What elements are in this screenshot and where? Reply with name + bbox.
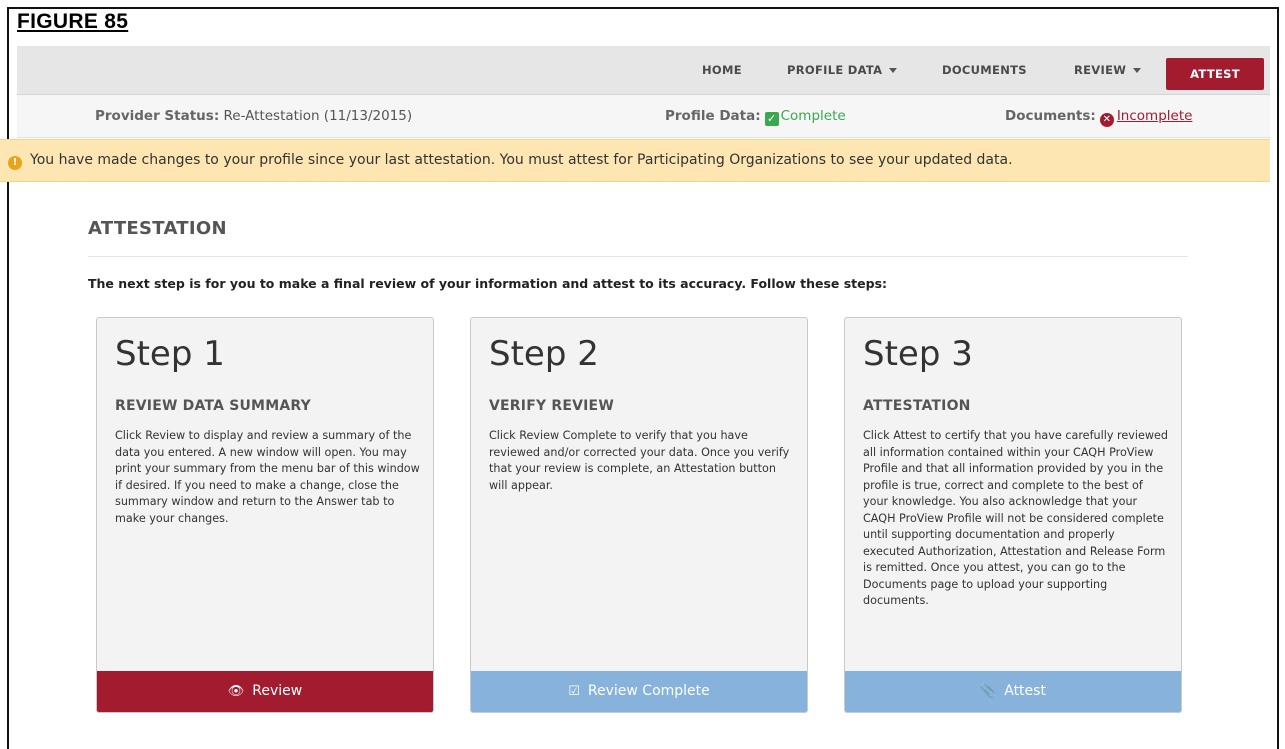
nav-attest-button[interactable]: ATTEST bbox=[1166, 58, 1264, 90]
nav-review-label: REVIEW bbox=[1074, 63, 1127, 77]
step-number: Step 1 bbox=[115, 334, 225, 374]
review-button-label: Review bbox=[252, 683, 303, 699]
step-title: VERIFY REVIEW bbox=[489, 398, 614, 414]
page-title: ATTESTATION bbox=[88, 218, 227, 239]
title-divider bbox=[88, 256, 1188, 257]
top-navbar: HOME PROFILE DATA DOCUMENTS REVIEW ATTES… bbox=[17, 46, 1270, 95]
chevron-down-icon bbox=[889, 68, 898, 73]
provider-status-value: Re-Attestation (11/13/2015) bbox=[223, 108, 413, 124]
step-description: Click Attest to certify that you have ca… bbox=[863, 429, 1168, 607]
step-title: REVIEW DATA SUMMARY bbox=[115, 398, 311, 414]
provider-status: Provider Status: Re-Attestation (11/13/2… bbox=[95, 95, 412, 138]
step-card-2: Step 2 VERIFY REVIEW Click Review Comple… bbox=[470, 317, 808, 713]
alert-message: You have made changes to your profile si… bbox=[30, 152, 1013, 168]
warning-icon: ! bbox=[8, 156, 22, 170]
provider-status-label: Provider Status: bbox=[95, 108, 220, 124]
chevron-down-icon bbox=[1133, 68, 1142, 73]
step-card-1: Step 1 REVIEW DATA SUMMARY Click Review … bbox=[96, 317, 434, 713]
step-card-3: Step 3 ATTESTATION Click Attest to certi… bbox=[844, 317, 1182, 713]
nav-home[interactable]: HOME bbox=[702, 46, 742, 95]
profile-data-status-label: Profile Data: bbox=[665, 108, 761, 124]
figure-label: FIGURE 85 bbox=[17, 10, 129, 33]
status-bar: Provider Status: Re-Attestation (11/13/2… bbox=[17, 95, 1270, 138]
nav-profile-data[interactable]: PROFILE DATA bbox=[787, 46, 898, 95]
step-description: Click Review to display and review a sum… bbox=[115, 429, 420, 525]
nav-documents[interactable]: DOCUMENTS bbox=[942, 46, 1027, 95]
profile-changed-alert: ! You have made changes to your profile s… bbox=[0, 139, 1270, 182]
review-complete-button[interactable]: ☑ Review Complete bbox=[471, 671, 807, 712]
review-button[interactable]: 👁 Review bbox=[97, 671, 433, 712]
checkbox-edit-icon: ☑ bbox=[568, 684, 580, 699]
error-circle-icon: ✕ bbox=[1099, 113, 1114, 127]
check-icon: ✓ bbox=[764, 112, 779, 126]
attest-button[interactable]: 📎 Attest bbox=[845, 671, 1181, 712]
profile-data-status: Profile Data: ✓ Complete bbox=[665, 95, 846, 138]
documents-status-label: Documents: bbox=[1005, 108, 1096, 124]
attestation-intro: The next step is for you to make a final… bbox=[88, 276, 888, 291]
profile-data-status-value: Complete bbox=[780, 108, 846, 124]
review-complete-button-label: Review Complete bbox=[587, 683, 710, 699]
eye-icon: 👁 bbox=[227, 684, 245, 699]
step-number: Step 2 bbox=[489, 334, 599, 374]
nav-review[interactable]: REVIEW bbox=[1074, 46, 1142, 95]
documents-incomplete-link[interactable]: Incomplete bbox=[1117, 108, 1193, 124]
paperclip-icon: 📎 bbox=[980, 684, 997, 699]
documents-status: Documents: ✕ Incomplete bbox=[1005, 95, 1192, 138]
step-title: ATTESTATION bbox=[863, 398, 971, 414]
attest-button-label: Attest bbox=[1004, 683, 1046, 699]
step-description: Click Review Complete to verify that you… bbox=[489, 429, 790, 492]
nav-profile-data-label: PROFILE DATA bbox=[787, 63, 883, 77]
step-number: Step 3 bbox=[863, 334, 973, 374]
